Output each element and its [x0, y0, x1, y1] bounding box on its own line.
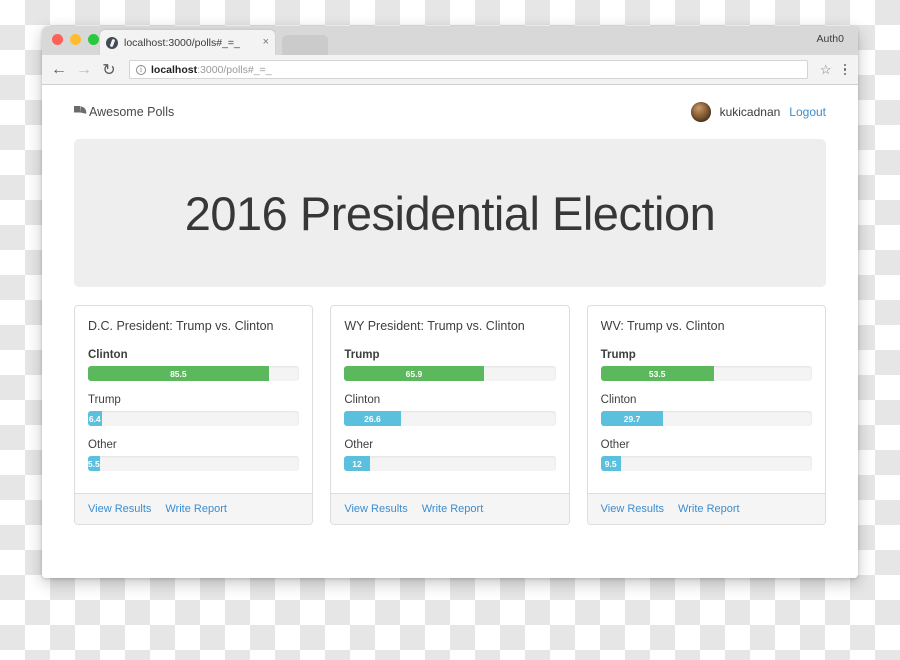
browser-tab-inactive[interactable] — [282, 35, 328, 55]
avatar[interactable] — [690, 102, 711, 122]
poll-card: WY President: Trump vs. Clinton Trump 65… — [330, 305, 570, 525]
poll-card-footer: View Results Write Report — [587, 493, 825, 524]
poll-progress-bar: 85.5 — [88, 366, 269, 381]
poll-option-label: Other — [344, 439, 374, 451]
poll-option: Other 9.5 — [600, 439, 812, 471]
poll-progress-bar: 65.9 — [344, 366, 484, 381]
navbar-user-area: kukicadnan Logout — [690, 102, 826, 122]
poll-progress-bar: 6.4 — [88, 411, 102, 426]
poll-option-label: Other — [88, 439, 117, 451]
address-bar-url: localhost:3000/polls#_=_ — [151, 64, 272, 76]
poll-option-label: Trump — [88, 394, 121, 406]
poll-option: Trump 6.4 — [88, 394, 300, 426]
minimize-window-button[interactable] — [70, 34, 81, 45]
poll-title: WV: Trump vs. Clinton — [600, 319, 725, 333]
poll-option-label: Clinton — [600, 394, 637, 406]
poll-progress-track: 29.7 — [600, 411, 812, 426]
poll-progress-track: 65.9 — [344, 366, 556, 381]
poll-progress-track: 53.5 — [600, 366, 812, 381]
maximize-window-button[interactable] — [88, 34, 99, 45]
poll-title: WY President: Trump vs. Clinton — [344, 319, 525, 333]
poll-option: Clinton 85.5 — [88, 349, 300, 381]
poll-card-body: WV: Trump vs. Clinton Trump 53.5 Clinton… — [588, 306, 825, 493]
close-tab-icon[interactable]: × — [257, 37, 269, 48]
poll-card: WV: Trump vs. Clinton Trump 53.5 Clinton… — [586, 305, 826, 525]
poll-option: Clinton 29.7 — [600, 394, 812, 426]
write-report-link[interactable]: Write Report — [678, 503, 740, 515]
view-results-link[interactable]: View Results — [88, 503, 151, 515]
poll-option: Trump 53.5 — [600, 349, 812, 381]
browser-tab-strip: localhost:3000/polls#_=_ × Auth0 — [42, 26, 858, 55]
view-results-link[interactable]: View Results — [344, 503, 407, 515]
site-info-icon[interactable]: i — [136, 64, 146, 75]
close-window-button[interactable] — [52, 34, 63, 45]
back-icon[interactable]: ← — [51, 61, 67, 78]
view-results-link[interactable]: View Results — [601, 503, 664, 515]
window-controls — [52, 34, 99, 45]
browser-window: localhost:3000/polls#_=_ × Auth0 ← → ↻ i… — [42, 26, 858, 578]
poll-progress-bar: 29.7 — [600, 411, 664, 426]
page-title: 2016 Presidential Election — [184, 186, 716, 240]
tab-favicon-icon — [106, 36, 118, 49]
write-report-link[interactable]: Write Report — [422, 503, 484, 515]
poll-option-label: Trump — [344, 349, 380, 361]
url-host: localhost — [151, 63, 198, 76]
poll-option: Trump 65.9 — [344, 349, 556, 381]
forward-icon[interactable]: → — [76, 61, 92, 78]
poll-option: Clinton 26.6 — [344, 394, 556, 426]
poll-progress-bar: 12 — [344, 456, 370, 471]
poll-progress-bar: 5.5 — [88, 456, 100, 471]
address-bar[interactable]: i localhost:3000/polls#_=_ — [129, 60, 808, 79]
reload-icon[interactable]: ↻ — [101, 62, 117, 79]
poll-option-label: Other — [600, 439, 630, 451]
poll-progress-track: 26.6 — [344, 411, 556, 426]
poll-progress-bar: 9.5 — [600, 456, 621, 471]
poll-card-row: D.C. President: Trump vs. Clinton Clinto… — [74, 305, 826, 525]
logout-link[interactable]: Logout — [789, 105, 826, 119]
tab-title: localhost:3000/polls#_=_ — [124, 36, 240, 49]
poll-option: Other 12 — [344, 439, 556, 471]
url-path: :3000/polls#_=_ — [197, 63, 272, 76]
poll-option-label: Clinton — [88, 349, 128, 361]
poll-progress-track: 12 — [344, 456, 556, 471]
poll-option-label: Clinton — [344, 394, 381, 406]
app-navbar: Awesome Polls kukicadnan Logout — [68, 85, 826, 139]
poll-card-body: D.C. President: Trump vs. Clinton Clinto… — [75, 306, 312, 493]
poll-card-body: WY President: Trump vs. Clinton Trump 65… — [331, 306, 568, 493]
poll-option: Other 5.5 — [88, 439, 300, 471]
browser-toolbar: ← → ↻ i localhost:3000/polls#_=_ ☆ — [42, 55, 858, 85]
poll-progress-track: 9.5 — [600, 456, 812, 471]
username-label: kukicadnan — [719, 105, 781, 119]
poll-progress-bar: 53.5 — [600, 366, 714, 381]
browser-profile-name[interactable]: Auth0 — [817, 33, 844, 45]
poll-card-footer: View Results Write Report — [75, 493, 313, 524]
page-viewport: Awesome Polls kukicadnan Logout 2016 Pre… — [42, 85, 858, 578]
poll-card-footer: View Results Write Report — [331, 493, 569, 524]
browser-tab-active[interactable]: localhost:3000/polls#_=_ × — [100, 30, 275, 55]
poll-option-label: Trump — [600, 349, 636, 361]
poll-card: D.C. President: Trump vs. Clinton Clinto… — [74, 305, 314, 525]
poll-progress-track: 6.4 — [88, 411, 300, 426]
poll-progress-track: 85.5 — [88, 366, 300, 381]
browser-menu-icon[interactable] — [841, 63, 850, 76]
pie-chart-icon — [68, 99, 87, 119]
write-report-link[interactable]: Write Report — [165, 503, 227, 515]
brand[interactable]: Awesome Polls — [68, 99, 175, 119]
jumbotron: 2016 Presidential Election — [74, 139, 826, 287]
poll-title: D.C. President: Trump vs. Clinton — [88, 319, 274, 333]
poll-progress-track: 5.5 — [88, 456, 300, 471]
bookmark-star-icon[interactable]: ☆ — [820, 62, 832, 78]
poll-progress-bar: 26.6 — [344, 411, 401, 426]
brand-label: Awesome Polls — [89, 105, 175, 119]
